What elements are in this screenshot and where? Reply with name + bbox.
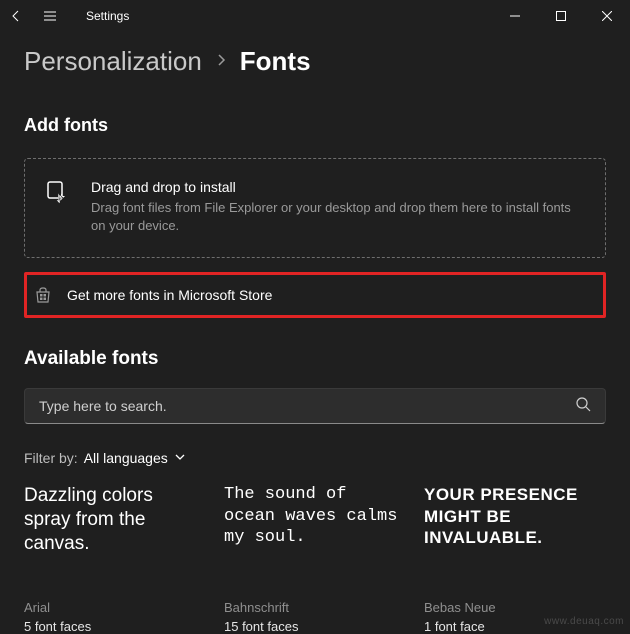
font-card[interactable]: The sound of ocean waves calms my soul. … [224,484,404,634]
drag-drop-icon [45,179,73,207]
font-sample: The sound of ocean waves calms my soul. [224,484,404,584]
breadcrumb-current: Fonts [240,46,311,77]
add-fonts-heading: Add fonts [24,115,606,136]
titlebar: Settings [0,0,630,32]
app-title: Settings [86,9,129,23]
search-icon[interactable] [575,396,591,417]
watermark: www.deuaq.com [544,616,624,627]
store-link-label: Get more fonts in Microsoft Store [67,287,272,303]
font-name: Arial [24,600,204,615]
chevron-right-icon [216,51,226,72]
filter-value: All languages [84,450,168,466]
breadcrumb: Personalization Fonts [24,46,606,77]
font-card[interactable]: Your presence might be invaluable. Bebas… [424,484,604,634]
font-search-box[interactable] [24,388,606,424]
search-input[interactable] [39,398,575,414]
dropzone-subtitle: Drag font files from File Explorer or yo… [91,199,585,235]
font-card[interactable]: Dazzling colors spray from the canvas. A… [24,484,204,634]
filter-label: Filter by: [24,450,78,466]
content-area: Personalization Fonts Add fonts Drag and… [0,32,630,634]
breadcrumb-parent[interactable]: Personalization [24,46,202,77]
close-button[interactable] [584,0,630,32]
font-sample: Dazzling colors spray from the canvas. [24,484,204,584]
dropzone-text: Drag and drop to install Drag font files… [91,179,585,235]
minimize-button[interactable] [492,0,538,32]
window-controls [492,0,630,32]
filter-dropdown[interactable]: Filter by: All languages [24,450,606,466]
store-icon [33,285,53,305]
get-more-fonts-link[interactable]: Get more fonts in Microsoft Store [24,272,606,318]
font-sample: Your presence might be invaluable. [424,484,604,584]
menu-button[interactable] [42,8,58,24]
font-grid: Dazzling colors spray from the canvas. A… [24,484,606,634]
dropzone-title: Drag and drop to install [91,179,585,195]
font-dropzone[interactable]: Drag and drop to install Drag font files… [24,158,606,258]
back-button[interactable] [8,8,24,24]
titlebar-left: Settings [8,8,129,24]
font-name: Bahnschrift [224,600,404,615]
available-fonts-heading: Available fonts [24,348,606,370]
chevron-down-icon [174,450,186,466]
font-name: Bebas Neue [424,600,604,615]
maximize-button[interactable] [538,0,584,32]
